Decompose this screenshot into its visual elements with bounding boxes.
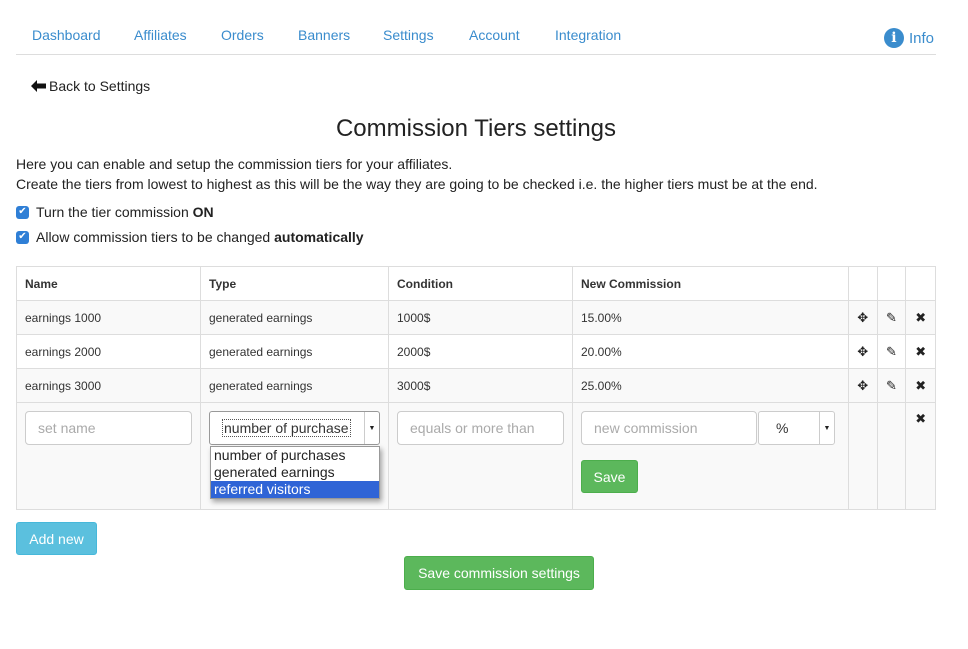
cell-type: generated earnings — [200, 368, 389, 403]
close-icon[interactable]: ✖ — [905, 368, 936, 403]
empty-cell — [847, 402, 878, 510]
back-link-label: Back to Settings — [49, 78, 151, 94]
nav-settings[interactable]: Settings — [383, 27, 434, 43]
header-name: Name — [16, 266, 201, 301]
caret-down-icon: ▼ — [364, 412, 379, 444]
cell-type: generated earnings — [200, 300, 389, 335]
cell-commission: 25.00% — [572, 368, 849, 403]
cell-name: earnings 2000 — [16, 334, 201, 369]
commission-input[interactable]: new commission — [581, 411, 757, 445]
cell-commission: 15.00% — [572, 300, 849, 335]
condition-input[interactable]: equals or more than — [397, 411, 564, 445]
table-row: earnings 2000 generated earnings 2000$ 2… — [16, 334, 936, 369]
cell-type: generated earnings — [200, 334, 389, 369]
cell-condition: 3000$ — [388, 368, 573, 403]
nav-dashboard[interactable]: Dashboard — [32, 27, 101, 43]
cell-condition: 2000$ — [388, 334, 573, 369]
top-nav: Dashboard Affiliates Orders Banners Sett… — [16, 18, 936, 55]
tiers-table: Name Type Condition New Commission earni… — [16, 266, 936, 510]
intro-line-1: Here you can enable and setup the commis… — [16, 156, 453, 172]
header-type: Type — [200, 266, 389, 301]
new-tier-row: set name number of purchase ▼ equals or … — [16, 402, 936, 510]
nav-account[interactable]: Account — [469, 27, 520, 43]
cell-name: earnings 3000 — [16, 368, 201, 403]
info-label: Info — [908, 29, 934, 47]
dropdown-option-highlighted[interactable]: referred visitors — [211, 481, 379, 498]
caret-down-icon: ▼ — [819, 412, 834, 444]
nav-affiliates[interactable]: Affiliates — [134, 27, 187, 43]
nav-orders[interactable]: Orders — [221, 27, 264, 43]
intro-line-2: Create the tiers from lowest to highest … — [16, 176, 818, 192]
add-new-button[interactable]: Add new — [16, 522, 97, 555]
back-to-settings-link[interactable]: Back to Settings — [31, 78, 150, 94]
info-icon: i — [883, 28, 904, 48]
auto-change-option[interactable]: ✔ Allow commission tiers to be changed a… — [16, 229, 364, 245]
cell-commission: 20.00% — [572, 334, 849, 369]
arrow-left-icon — [31, 80, 46, 92]
dropdown-option[interactable]: generated earnings — [211, 464, 379, 481]
auto-change-label: Allow commission tiers to be changed aut… — [36, 229, 364, 245]
tier-type-dropdown: number of purchases generated earnings r… — [210, 446, 380, 499]
header-condition: Condition — [388, 266, 573, 301]
header-delete — [905, 266, 936, 301]
tier-type-select[interactable]: number of purchase ▼ — [209, 411, 380, 445]
pencil-icon[interactable]: ✎ — [876, 368, 907, 403]
tier-type-value: number of purchase — [222, 419, 351, 437]
tier-name-input[interactable]: set name — [25, 411, 192, 445]
checkbox-icon[interactable]: ✔ — [16, 230, 29, 244]
info-link[interactable]: i Info — [883, 28, 934, 48]
close-icon[interactable]: ✖ — [905, 300, 936, 335]
save-commission-settings-button[interactable]: Save commission settings — [404, 556, 594, 590]
pencil-icon[interactable]: ✎ — [876, 300, 907, 335]
table-row: earnings 1000 generated earnings 1000$ 1… — [16, 300, 936, 335]
table-row: earnings 3000 generated earnings 3000$ 2… — [16, 368, 936, 403]
move-icon[interactable]: ✥ — [847, 300, 878, 335]
tier-on-label: Turn the tier commission ON — [36, 204, 214, 220]
tier-on-option[interactable]: ✔ Turn the tier commission ON — [16, 204, 214, 220]
pencil-icon[interactable]: ✎ — [876, 334, 907, 369]
nav-banners[interactable]: Banners — [298, 27, 350, 43]
close-icon[interactable]: ✖ — [905, 402, 936, 510]
commission-unit-value: % — [776, 420, 789, 436]
save-tier-button[interactable]: Save — [581, 460, 638, 493]
cell-condition: 1000$ — [388, 300, 573, 335]
header-edit — [876, 266, 907, 301]
header-new-commission: New Commission — [572, 266, 849, 301]
intro-text: Here you can enable and setup the commis… — [16, 154, 818, 194]
move-icon[interactable]: ✥ — [847, 334, 878, 369]
page-title: Commission Tiers settings — [335, 115, 617, 142]
checkbox-icon[interactable]: ✔ — [16, 205, 29, 219]
nav-integration[interactable]: Integration — [555, 27, 621, 43]
close-icon[interactable]: ✖ — [905, 334, 936, 369]
move-icon[interactable]: ✥ — [847, 368, 878, 403]
commission-unit-select[interactable]: % ▼ — [758, 411, 835, 445]
empty-cell — [876, 402, 907, 510]
header-move — [847, 266, 878, 301]
dropdown-option[interactable]: number of purchases — [211, 447, 379, 464]
cell-name: earnings 1000 — [16, 300, 201, 335]
